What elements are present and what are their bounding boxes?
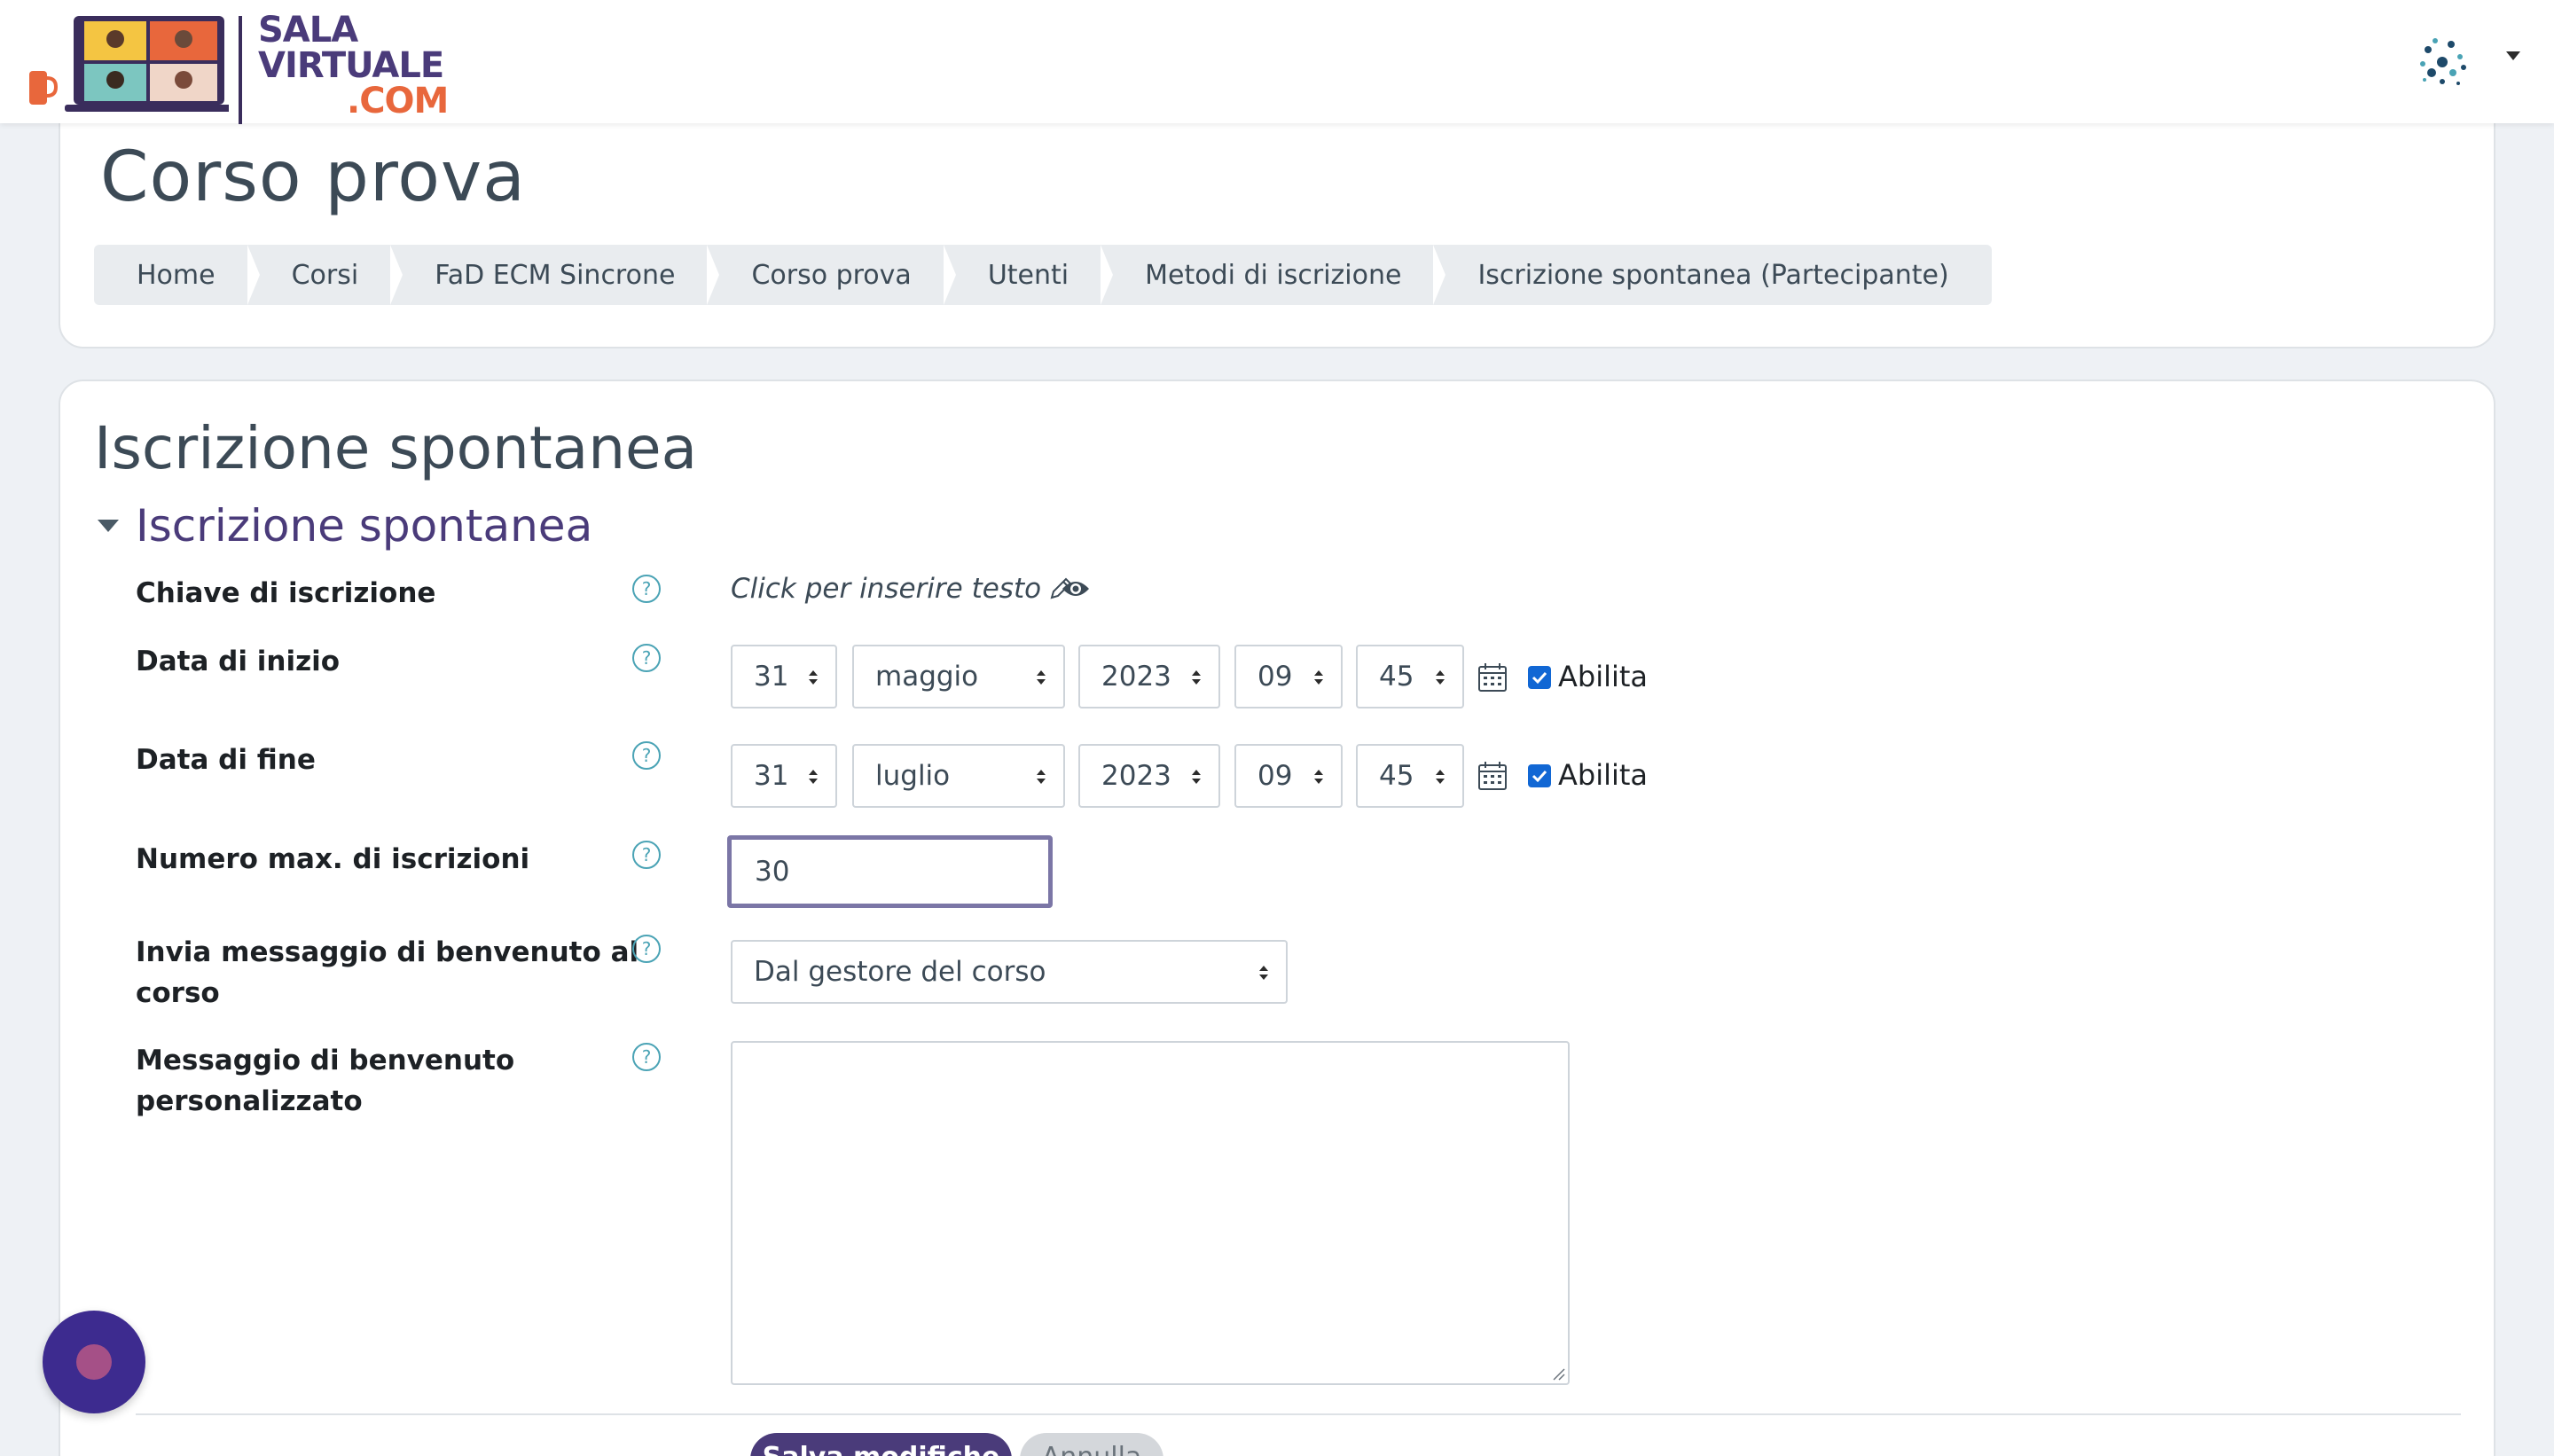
breadcrumb-item-corsi[interactable]: Corsi — [292, 260, 359, 291]
chat-widget-button[interactable] — [43, 1311, 145, 1413]
logo-wordmark: SALA VIRTUALE .COM — [258, 10, 449, 121]
start-enable-checkbox[interactable] — [1528, 666, 1551, 689]
sort-caret-icon — [1037, 770, 1046, 784]
sort-caret-icon — [1436, 670, 1445, 685]
question-circle-icon[interactable]: ? — [632, 644, 661, 672]
calendar-icon[interactable] — [1477, 761, 1508, 791]
breadcrumb-item-category[interactable]: FaD ECM Sincrone — [435, 260, 675, 291]
start-date-label: Data di inizio — [136, 646, 341, 677]
end-date-label: Data di fine — [136, 744, 316, 776]
start-year-select[interactable]: 2023 — [1078, 645, 1220, 708]
question-circle-icon[interactable]: ? — [632, 935, 661, 963]
question-circle-icon[interactable]: ? — [632, 741, 661, 770]
question-circle-icon[interactable]: ? — [632, 1043, 661, 1071]
chat-widget-icon — [76, 1344, 112, 1380]
collapse-toggle-icon[interactable] — [98, 520, 119, 532]
breadcrumb-item-course[interactable]: Corso prova — [751, 260, 911, 291]
chevron-down-icon[interactable] — [2506, 51, 2520, 60]
breadcrumb-separator — [247, 245, 260, 305]
start-month-select[interactable]: maggio — [852, 645, 1065, 708]
question-circle-icon[interactable]: ? — [632, 841, 661, 869]
page-header — [59, 98, 2495, 348]
breadcrumb-item-enrol-methods[interactable]: Metodi di iscrizione — [1145, 260, 1401, 291]
section-heading[interactable]: Iscrizione spontanea — [136, 500, 592, 552]
sort-caret-icon — [1192, 770, 1201, 784]
breadcrumb-item-users[interactable]: Utenti — [988, 260, 1069, 291]
welcome-message-select[interactable]: Dal gestore del corso — [731, 940, 1288, 1004]
breadcrumb-item-home[interactable]: Home — [137, 260, 215, 291]
calendar-icon[interactable] — [1477, 662, 1508, 693]
enrolment-key-editable[interactable]: Click per inserire testo — [731, 573, 1075, 605]
end-enable-checkbox[interactable] — [1528, 764, 1551, 787]
welcome-message-label: Invia messaggio di benvenuto al corso — [136, 936, 639, 1009]
form-heading: Iscrizione spontanea — [94, 414, 698, 482]
max-enrolled-label: Numero max. di iscrizioni — [136, 843, 530, 875]
enrolment-key-label: Chiave di iscrizione — [136, 577, 436, 609]
sort-caret-icon — [1436, 770, 1445, 784]
start-day-select[interactable]: 31 — [731, 645, 837, 708]
user-avatar[interactable] — [2416, 34, 2469, 90]
resize-handle-icon[interactable] — [1550, 1366, 1566, 1382]
question-circle-icon[interactable]: ? — [632, 575, 661, 603]
page-title: Corso prova — [100, 137, 526, 217]
end-enable-label[interactable]: Abilita — [1558, 758, 1648, 792]
form-divider — [136, 1413, 2461, 1415]
end-year-select[interactable]: 2023 — [1078, 744, 1220, 808]
top-navbar: SALA VIRTUALE .COM — [0, 0, 2554, 124]
custom-message-label: Messaggio di benvenuto personalizzato — [136, 1045, 515, 1117]
checkmark-icon — [1532, 671, 1547, 685]
sort-caret-icon — [1314, 670, 1323, 685]
enrolment-key-placeholder: Click per inserire testo — [731, 573, 1042, 605]
logo-divider — [239, 16, 242, 124]
sort-caret-icon — [1192, 670, 1201, 685]
checkmark-icon — [1532, 770, 1547, 783]
end-day-select[interactable]: 31 — [731, 744, 837, 808]
breadcrumb-item-current: Iscrizione spontanea (Partecipante) — [1477, 259, 1949, 291]
site-logo[interactable]: SALA VIRTUALE .COM — [29, 9, 449, 124]
start-minute-select[interactable]: 45 — [1356, 645, 1464, 708]
breadcrumb-separator — [707, 245, 720, 305]
sort-caret-icon — [809, 670, 818, 685]
breadcrumb-separator — [390, 245, 403, 305]
sort-caret-icon — [809, 770, 818, 784]
start-hour-select[interactable]: 09 — [1234, 645, 1343, 708]
logo-illustration — [29, 16, 229, 112]
breadcrumb-separator — [1433, 245, 1446, 305]
breadcrumb-separator — [943, 245, 956, 305]
sort-caret-icon — [1314, 770, 1323, 784]
save-button[interactable]: Salva modifiche — [750, 1433, 1012, 1456]
sort-caret-icon — [1259, 966, 1268, 980]
end-hour-select[interactable]: 09 — [1234, 744, 1343, 808]
cancel-button[interactable]: Annulla — [1020, 1433, 1163, 1456]
max-enrolled-input[interactable]: 30 — [727, 835, 1053, 908]
end-minute-select[interactable]: 45 — [1356, 744, 1464, 808]
start-enable-label[interactable]: Abilita — [1558, 660, 1648, 693]
eye-icon[interactable] — [1061, 578, 1091, 599]
breadcrumb-separator — [1101, 245, 1114, 305]
sort-caret-icon — [1037, 670, 1046, 685]
custom-message-textarea[interactable] — [731, 1041, 1570, 1385]
end-month-select[interactable]: luglio — [852, 744, 1065, 808]
breadcrumb: Home Corsi FaD ECM Sincrone Corso prova … — [94, 245, 1992, 305]
